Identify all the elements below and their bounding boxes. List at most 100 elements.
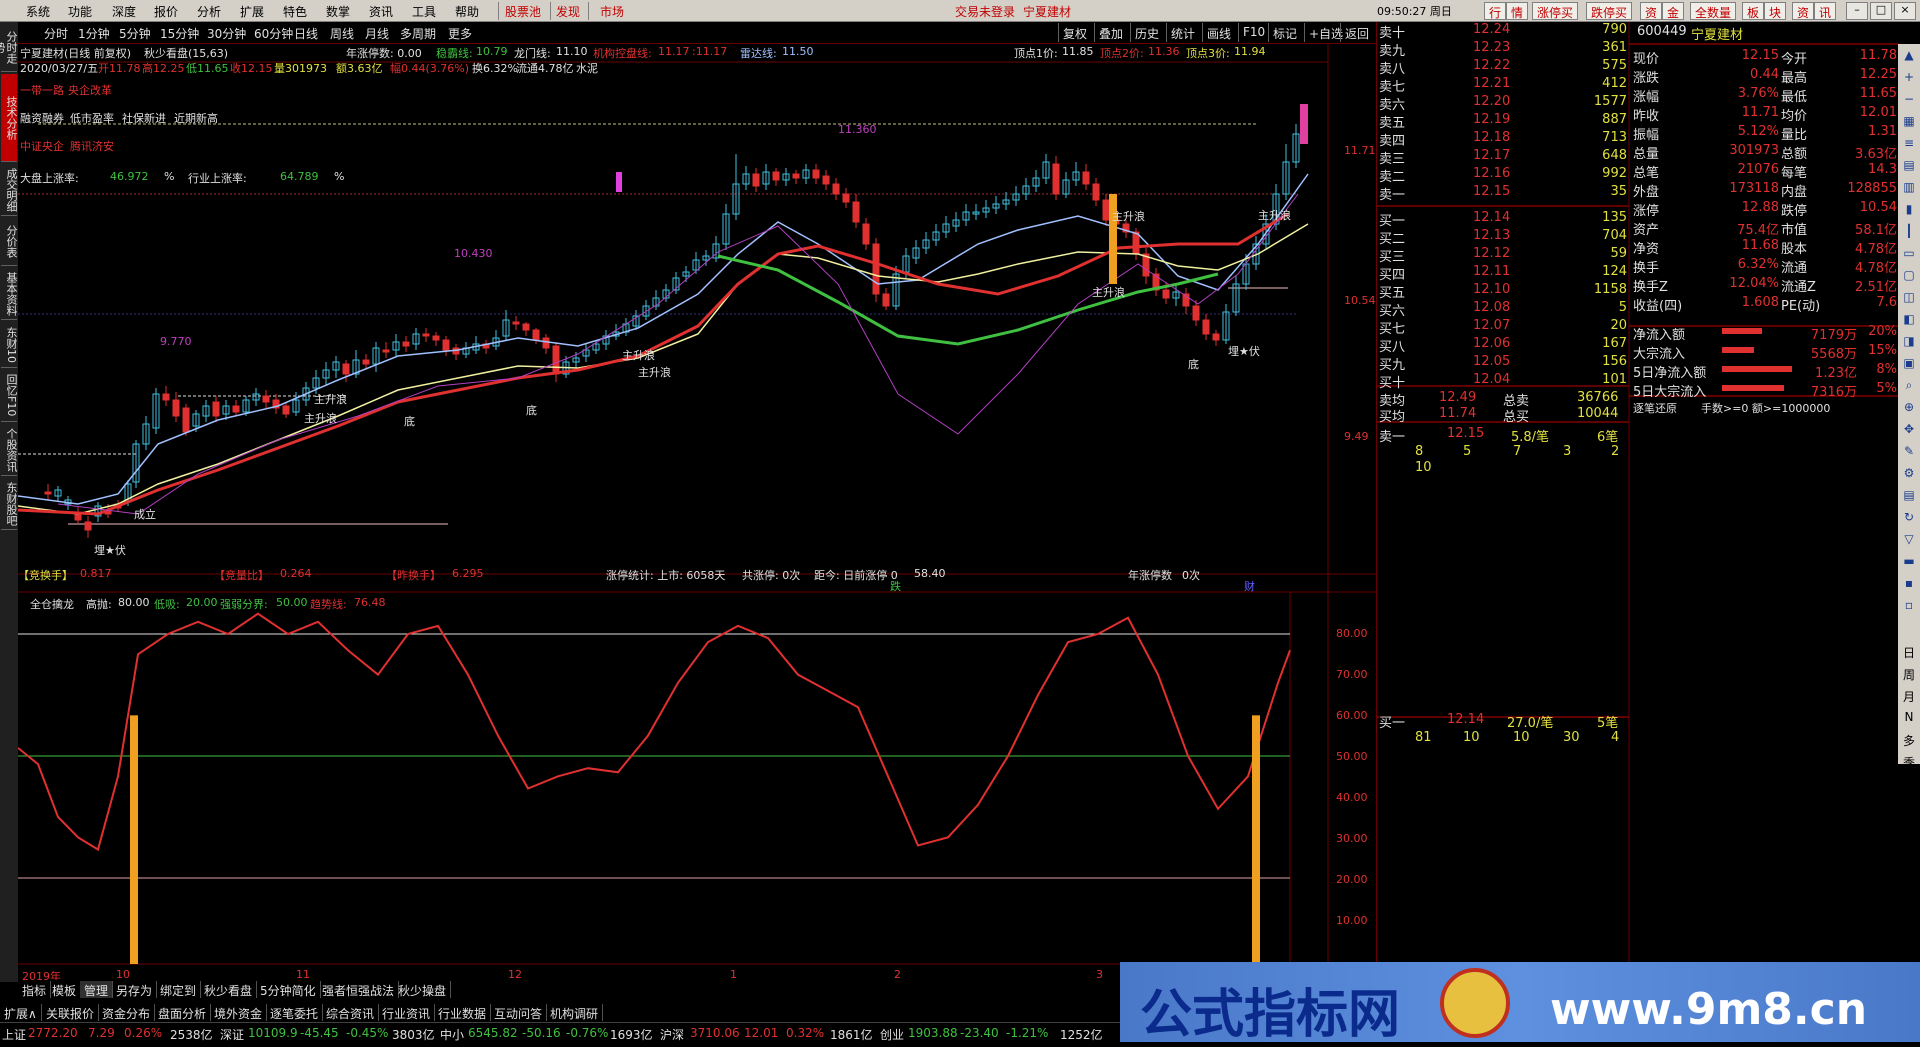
period-5m[interactable]: 5分钟 bbox=[119, 25, 151, 42]
export-icon[interactable]: ▫ bbox=[1900, 598, 1918, 616]
sell-level-price[interactable]: 12.15 bbox=[1473, 184, 1510, 202]
buy-level-price[interactable]: 12.04 bbox=[1473, 372, 1510, 390]
btn-restore-right[interactable]: 复权 bbox=[1058, 23, 1091, 42]
menu-news[interactable]: 资讯 bbox=[369, 3, 393, 20]
buy-level-price[interactable]: 12.11 bbox=[1473, 264, 1510, 282]
menu-quote[interactable]: 报价 bbox=[154, 3, 178, 20]
move-icon[interactable]: ✥ bbox=[1900, 422, 1918, 440]
refresh-icon[interactable]: ↻ bbox=[1900, 510, 1918, 528]
sh-label[interactable]: 上证 bbox=[2, 1026, 26, 1043]
save-icon[interactable]: ▪ bbox=[1900, 576, 1918, 594]
btn-jin[interactable]: 金 bbox=[1662, 2, 1685, 20]
btn-overlay[interactable]: 叠加 bbox=[1094, 23, 1127, 42]
btn-stats[interactable]: 统计 bbox=[1166, 23, 1199, 42]
period-multi-icon[interactable]: 多 bbox=[1900, 732, 1918, 750]
tab-recall[interactable]: 回忆F10 bbox=[1, 370, 18, 422]
buy-level-price[interactable]: 12.05 bbox=[1473, 354, 1510, 372]
btn-limit-up-buy[interactable]: 涨停买 bbox=[1532, 2, 1579, 20]
btn-back[interactable]: 返回 bbox=[1340, 23, 1373, 42]
period-more[interactable]: 更多 bbox=[448, 25, 472, 42]
tab-indicator[interactable]: 指标 bbox=[18, 981, 52, 998]
tab-5min-simple[interactable]: 5分钟简化 bbox=[256, 981, 321, 998]
pencil-icon[interactable]: ✎ bbox=[1900, 444, 1918, 462]
period-day-icon[interactable]: 日 bbox=[1900, 644, 1918, 662]
zoom-out-icon[interactable]: − bbox=[1900, 92, 1918, 110]
bar-icon[interactable]: ▮ bbox=[1900, 202, 1918, 220]
menu-market[interactable]: 市场 bbox=[600, 3, 624, 20]
minimize-icon[interactable]: – bbox=[1846, 2, 1868, 20]
tab-template[interactable]: 模板 bbox=[48, 981, 82, 998]
period-60m[interactable]: 60分钟 bbox=[254, 25, 293, 42]
tab-save-as[interactable]: 另存为 bbox=[112, 981, 158, 998]
hs-label[interactable]: 沪深 bbox=[660, 1026, 684, 1043]
tab-extend[interactable]: 扩展∧ bbox=[0, 1004, 42, 1021]
tab-industry-news[interactable]: 行业资讯 bbox=[378, 1004, 436, 1021]
image-icon[interactable]: ◫ bbox=[1900, 290, 1918, 308]
btn-hang[interactable]: 行 bbox=[1484, 2, 1507, 20]
tab-stock-news[interactable]: 个股资讯 bbox=[1, 424, 18, 476]
btn-limit-down-buy[interactable]: 跌停买 bbox=[1586, 2, 1633, 20]
buy-level-price[interactable]: 12.06 bbox=[1473, 336, 1510, 354]
sell-level-price[interactable]: 12.24 bbox=[1473, 22, 1510, 40]
zoom-in-icon[interactable]: + bbox=[1900, 70, 1918, 88]
period-week[interactable]: 周线 bbox=[330, 25, 354, 42]
layout-icon[interactable]: ◨ bbox=[1900, 334, 1918, 352]
btn-mark[interactable]: 标记 bbox=[1268, 23, 1301, 42]
sell-level-price[interactable]: 12.21 bbox=[1473, 76, 1510, 94]
menu-analysis[interactable]: 分析 bbox=[197, 3, 221, 20]
candle-icon[interactable]: ┃ bbox=[1900, 224, 1918, 242]
tab-foreign-fund[interactable]: 境外资金 bbox=[210, 1004, 268, 1021]
menu-stock-pool[interactable]: 股票池 bbox=[505, 3, 541, 20]
period-n-icon[interactable]: N bbox=[1900, 710, 1918, 728]
tab-qiushao-trade[interactable]: 秋少操盘 bbox=[394, 981, 452, 998]
period-month[interactable]: 月线 bbox=[365, 25, 389, 42]
settings-icon[interactable]: ⚙ bbox=[1900, 466, 1918, 484]
buy-level-price[interactable]: 12.10 bbox=[1473, 282, 1510, 300]
sell-level-price[interactable]: 12.17 bbox=[1473, 148, 1510, 166]
ad-banner[interactable]: 公式指标网 www.9m8.cn bbox=[1120, 962, 1920, 1045]
zoom-search-icon[interactable]: ⊕ bbox=[1900, 400, 1918, 418]
tab-manage[interactable]: 管理 bbox=[80, 981, 114, 998]
btn-qing[interactable]: 情 bbox=[1506, 2, 1529, 20]
menu-tools[interactable]: 工具 bbox=[412, 3, 436, 20]
btn-kuai[interactable]: 块 bbox=[1764, 2, 1787, 20]
btn-xun[interactable]: 讯 bbox=[1814, 2, 1837, 20]
tab-qiushao-view[interactable]: 秋少看盘 bbox=[200, 981, 258, 998]
menu-special[interactable]: 特色 bbox=[283, 3, 307, 20]
sell-level-price[interactable]: 12.16 bbox=[1473, 166, 1510, 184]
buy-level-price[interactable]: 12.14 bbox=[1473, 210, 1510, 228]
tab-news[interactable]: 综合资讯 bbox=[322, 1004, 380, 1021]
list-icon[interactable]: ≡ bbox=[1900, 136, 1918, 154]
arrow-up-icon[interactable]: ▲ bbox=[1900, 48, 1918, 66]
sell-level-price[interactable]: 12.18 bbox=[1473, 130, 1510, 148]
grid-icon[interactable]: ▦ bbox=[1900, 114, 1918, 132]
tab-related-quote[interactable]: 关联报价 bbox=[42, 1004, 100, 1021]
period-30m[interactable]: 30分钟 bbox=[207, 25, 246, 42]
period-season-icon[interactable]: 季 bbox=[1900, 754, 1918, 772]
btn-full-qty[interactable]: 全数量 bbox=[1690, 2, 1737, 20]
panel-icon[interactable]: ◧ bbox=[1900, 312, 1918, 330]
buy-level-price[interactable]: 12.07 bbox=[1473, 318, 1510, 336]
tab-industry-data[interactable]: 行业数据 bbox=[434, 1004, 492, 1021]
menu-discover[interactable]: 发现 bbox=[556, 3, 580, 20]
menu-depth[interactable]: 深度 bbox=[112, 3, 136, 20]
sell-level-price[interactable]: 12.23 bbox=[1473, 40, 1510, 58]
filter-icon[interactable]: ▽ bbox=[1900, 532, 1918, 550]
tab-qa[interactable]: 互动问答 bbox=[490, 1004, 548, 1021]
maximize-icon[interactable]: □ bbox=[1870, 2, 1892, 20]
tab-order-detail[interactable]: 逐笔委托 bbox=[266, 1004, 324, 1021]
menu-help[interactable]: 帮助 bbox=[455, 3, 479, 20]
cy-label[interactable]: 创业 bbox=[880, 1026, 904, 1043]
btn-ban[interactable]: 板 bbox=[1742, 2, 1765, 20]
buy-level-price[interactable]: 12.08 bbox=[1473, 300, 1510, 318]
tab-market-analysis[interactable]: 盘面分析 bbox=[154, 1004, 212, 1021]
sell-level-price[interactable]: 12.19 bbox=[1473, 112, 1510, 130]
btn-zi[interactable]: 资 bbox=[1640, 2, 1663, 20]
btn-history[interactable]: 历史 bbox=[1130, 23, 1163, 42]
login-status[interactable]: 交易未登录 bbox=[955, 3, 1015, 20]
tab-strong-method[interactable]: 强者恒强战法 bbox=[318, 981, 400, 998]
tab-forum[interactable]: 东财股吧 bbox=[1, 478, 18, 530]
kline-chart[interactable]: 宁夏建材(日线 前复权) 秋少看盘(15,63) 年涨停数: 0.00 稳霸线:… bbox=[18, 44, 1376, 983]
sz-label[interactable]: 深证 bbox=[220, 1026, 244, 1043]
calc-icon[interactable]: ▤ bbox=[1900, 488, 1918, 506]
